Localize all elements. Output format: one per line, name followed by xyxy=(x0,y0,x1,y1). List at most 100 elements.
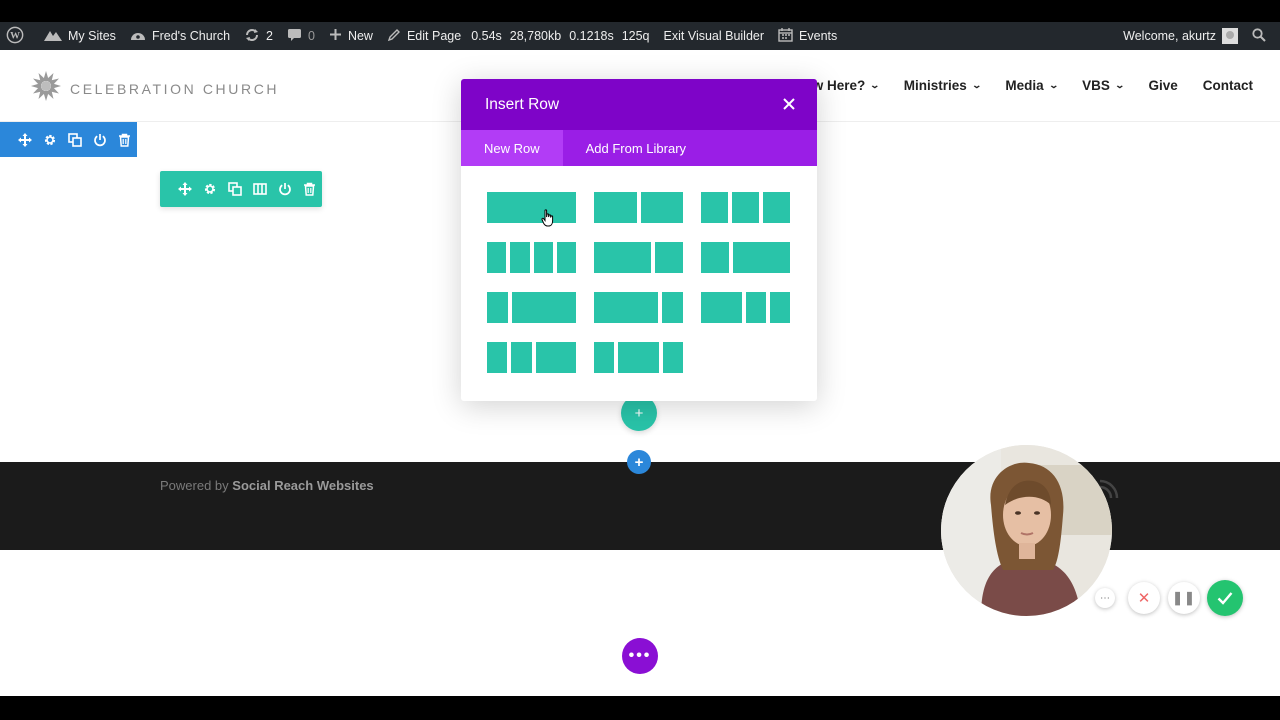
layout-column xyxy=(487,292,509,323)
my-sites-label: My Sites xyxy=(68,29,116,43)
nav-label: Ministries xyxy=(903,78,967,93)
move-icon xyxy=(17,132,32,147)
tab-add-from-library[interactable]: Add From Library xyxy=(563,130,709,166)
row-layout-option[interactable] xyxy=(594,192,683,223)
row-layout-option[interactable] xyxy=(487,192,576,223)
add-section-button[interactable]: + xyxy=(627,450,651,474)
power-icon xyxy=(278,183,291,196)
avatar xyxy=(1222,28,1238,44)
my-account-menu[interactable]: Welcome, akurtz xyxy=(1116,22,1245,50)
row-toolbar xyxy=(160,171,322,207)
chevron-down-icon: ⌄ xyxy=(869,80,881,90)
delete-row-button[interactable] xyxy=(297,177,322,202)
tab-new-row[interactable]: New Row xyxy=(461,130,563,166)
hand-cursor-icon xyxy=(541,209,555,232)
move-row-button[interactable] xyxy=(172,177,197,202)
events-menu[interactable]: Events xyxy=(771,22,844,50)
pencil-icon xyxy=(387,28,407,45)
delete-section-button[interactable] xyxy=(112,127,137,152)
layout-column xyxy=(661,292,683,323)
nav-item-vbs[interactable]: VBS ⌄ xyxy=(1082,78,1125,93)
nav-item-give[interactable]: Give xyxy=(1148,78,1177,93)
nav-item-new-here[interactable]: w Here? ⌄ xyxy=(813,78,881,93)
more-icon: ⋯ xyxy=(1100,592,1110,604)
wp-admin-bar: W My Sites Fred's Church 2 0 New Edit Pa… xyxy=(0,22,1280,50)
row-layout-option[interactable] xyxy=(594,242,683,273)
duplicate-icon xyxy=(67,132,82,147)
duplicate-section-button[interactable] xyxy=(62,127,87,152)
my-sites-menu[interactable]: My Sites xyxy=(37,22,123,50)
chevron-down-icon: ⌄ xyxy=(971,80,982,90)
nav-item-contact[interactable]: Contact xyxy=(1203,78,1253,93)
row-layout-option[interactable] xyxy=(487,242,576,273)
row-layout-option[interactable] xyxy=(487,342,576,373)
chevron-down-icon: ⌄ xyxy=(1048,80,1059,90)
nav-item-ministries[interactable]: Ministries ⌄ xyxy=(903,78,982,93)
row-layout-option[interactable] xyxy=(701,292,790,323)
perf-queries: 125q xyxy=(621,29,650,43)
row-layout-option[interactable] xyxy=(594,342,683,373)
page-settings-button[interactable]: ••• xyxy=(622,638,658,674)
save-section-button[interactable] xyxy=(87,127,112,152)
row-layout-option[interactable] xyxy=(701,242,790,273)
duplicate-row-button[interactable] xyxy=(222,177,247,202)
modal-tabs: New Row Add From Library xyxy=(461,130,817,166)
row-layout-option[interactable] xyxy=(487,292,576,323)
more-icon: ••• xyxy=(628,647,652,664)
layout-column xyxy=(594,292,658,323)
exit-visual-builder-button[interactable]: Exit Visual Builder xyxy=(657,22,772,50)
browser-viewport: W My Sites Fred's Church 2 0 New Edit Pa… xyxy=(0,22,1280,696)
admin-search-button[interactable] xyxy=(1245,22,1280,50)
query-monitor-menu[interactable]: 0.54s 28,780kb 0.1218s 125q xyxy=(468,22,656,50)
footer-credits: Powered by Social Reach Websites xyxy=(160,478,374,493)
webcam-bubble[interactable] xyxy=(941,445,1112,616)
duplicate-icon xyxy=(227,182,242,196)
calendar-icon xyxy=(778,27,799,45)
wordpress-icon: W xyxy=(6,26,30,47)
recording-cancel-button[interactable]: ✕ xyxy=(1128,582,1160,614)
svg-text:W: W xyxy=(10,30,20,41)
new-content-menu[interactable]: New xyxy=(322,22,380,50)
dashboard-icon xyxy=(130,28,152,45)
nav-label: VBS xyxy=(1082,78,1110,93)
check-icon xyxy=(1217,592,1233,605)
updates-link[interactable]: 2 xyxy=(237,22,280,50)
row-layout-option[interactable] xyxy=(594,292,683,323)
admin-bar-secondary: Welcome, akurtz xyxy=(1116,22,1280,50)
move-section-button[interactable] xyxy=(12,127,37,152)
sunburst-logo-icon xyxy=(30,70,62,107)
welcome-text: Welcome, akurtz xyxy=(1123,29,1216,43)
modal-close-button[interactable] xyxy=(779,94,799,114)
nav-label: Contact xyxy=(1202,78,1253,93)
layout-column xyxy=(745,292,766,323)
events-label: Events xyxy=(799,29,838,43)
sites-icon xyxy=(44,28,68,45)
updates-icon xyxy=(244,28,266,45)
updates-count: 2 xyxy=(266,29,273,43)
section-settings-button[interactable] xyxy=(37,127,62,152)
comments-link[interactable]: 0 xyxy=(280,22,322,50)
site-logo[interactable]: CELEBRATION CHURCH xyxy=(30,70,279,107)
edit-page-link[interactable]: Edit Page xyxy=(380,22,468,50)
main-nav: w Here? ⌄ Ministries ⌄ Media ⌄ VBS ⌄ Give Co… xyxy=(788,78,1253,93)
tab-label: New Row xyxy=(484,140,540,156)
layout-column xyxy=(733,242,790,273)
recording-finish-button[interactable] xyxy=(1207,580,1243,616)
site-name-menu[interactable]: Fred's Church xyxy=(123,22,237,50)
row-settings-button[interactable] xyxy=(197,177,222,202)
row-layout-option[interactable] xyxy=(701,192,790,223)
presenter-video-image xyxy=(941,445,1112,616)
recording-pause-button[interactable]: ❚❚ xyxy=(1168,582,1200,614)
save-row-button[interactable] xyxy=(272,177,297,202)
layout-column xyxy=(769,292,790,323)
layout-column xyxy=(763,192,790,223)
wordpress-logo-button[interactable]: W xyxy=(0,22,37,50)
nav-label: Media xyxy=(1005,78,1044,93)
change-columns-button[interactable] xyxy=(247,177,272,202)
layout-column xyxy=(535,342,576,373)
recording-more-button[interactable]: ⋯ xyxy=(1095,588,1115,608)
layout-column xyxy=(510,242,530,273)
layout-column xyxy=(701,192,728,223)
footer-company-link[interactable]: Social Reach Websites xyxy=(232,478,373,493)
nav-item-media[interactable]: Media ⌄ xyxy=(1005,78,1059,93)
